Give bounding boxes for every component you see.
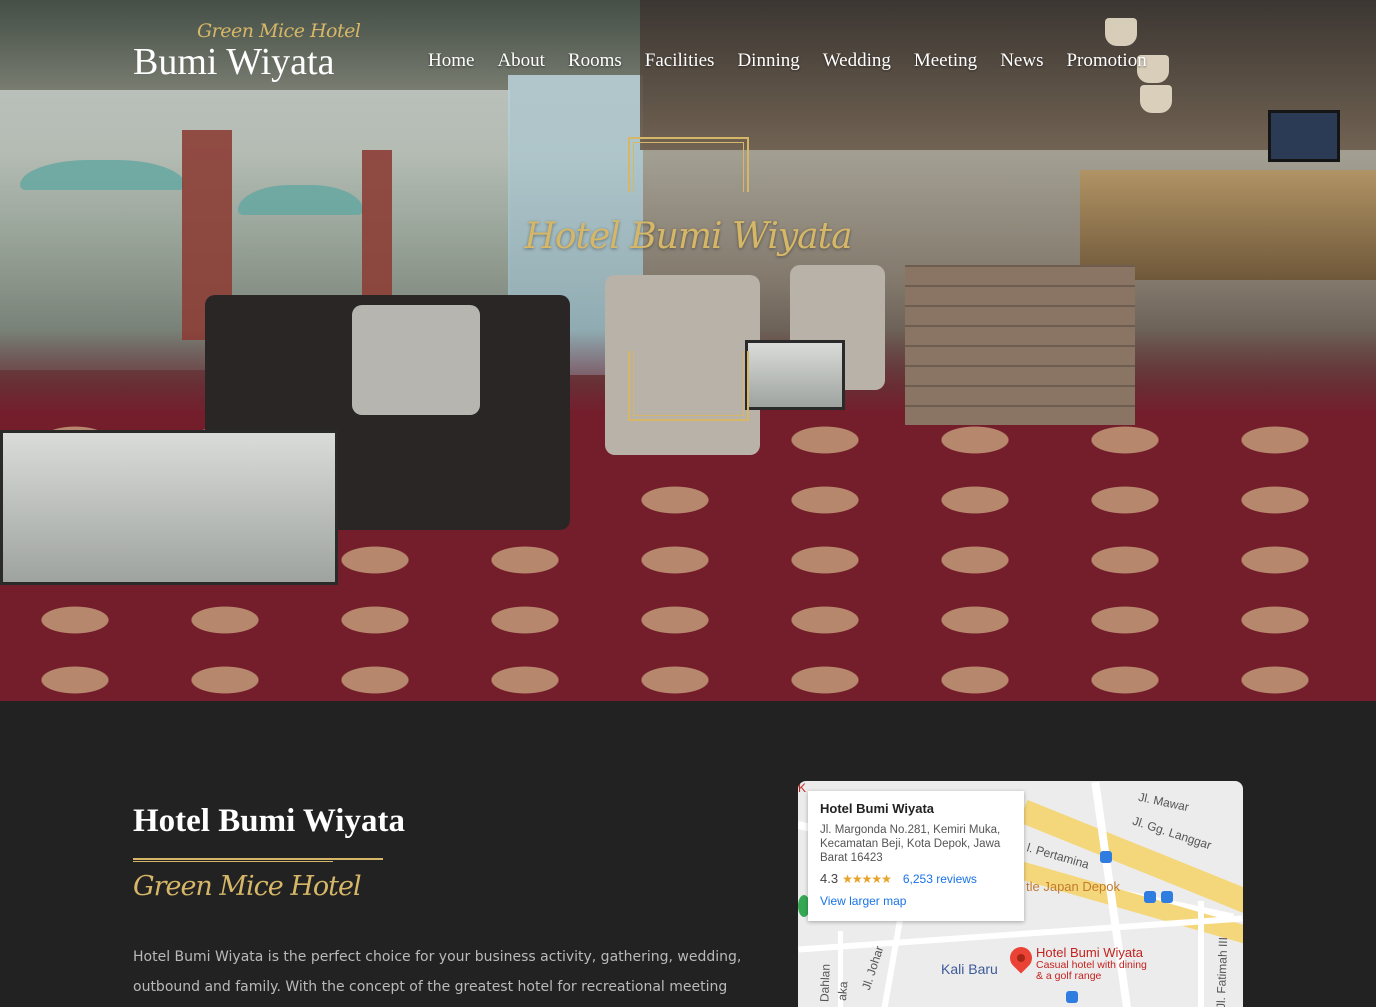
title-underline-inner [133,861,333,862]
title-underline [133,858,383,860]
star-rating-icon: ★★★★★ [842,871,892,886]
nav-dinning[interactable]: Dinning [737,50,799,72]
frame-bottom-inner [633,351,744,416]
bus-stop-icon [1144,891,1156,903]
frame-top-inner [633,142,744,192]
street-label: aka [834,980,851,1002]
pendant-lamp [1140,85,1172,113]
map-poi-label: tle Japan Depok [1026,879,1120,894]
map-pin-dot [1017,954,1025,962]
coffee-table [0,430,338,585]
map-card-address: Jl. Margonda No.281, Kemiri Muka, Kecama… [820,824,1001,864]
nav-wedding[interactable]: Wedding [823,50,891,72]
ceiling [640,0,1376,150]
cushion [352,305,480,415]
street-label: Dahlan [817,963,833,1003]
hero-title: Hotel Bumi Wiyata [524,216,852,257]
side-table [745,340,845,410]
rating-value: 4.3 [820,871,839,886]
nav-rooms[interactable]: Rooms [568,50,622,72]
bus-stop-icon [1161,891,1173,903]
about-section: Hotel Bumi Wiyata Green Mice Hotel Hotel… [0,701,1376,1007]
map-road [1198,901,1204,1007]
street-label: Jl. Fatimah III [1213,936,1231,1007]
logo-tagline: Green Mice Hotel [197,20,361,42]
map-info-card: Hotel Bumi Wiyata Jl. Margonda No.281, K… [808,791,1024,921]
hero-gold-frame [628,137,749,421]
street-label: K [798,781,807,795]
pin-title[interactable]: Hotel Bumi Wiyata [1036,945,1143,960]
television [1268,110,1340,162]
google-map-embed[interactable]: Jl. Mawar Jl. Gg. Langgar l. Pertamina J… [798,781,1243,1007]
street-label: Jl. Mawar [1137,789,1191,815]
hero-banner: Green Mice Hotel Bumi Wiyata Home About … [0,0,1376,701]
bus-stop-icon [1066,991,1078,1003]
bar-shelf [1080,170,1376,280]
map-card-title: Hotel Bumi Wiyata [820,801,935,816]
logo-name: Bumi Wiyata [133,41,335,83]
area-label: Kali Baru [941,961,998,977]
bus-stop-icon [1100,851,1112,863]
about-title: Hotel Bumi Wiyata [133,803,405,839]
about-subtitle: Green Mice Hotel [133,871,362,902]
street-label: Jl. Johar [859,944,887,992]
nav-meeting[interactable]: Meeting [914,50,977,72]
pendant-lamp [1105,18,1137,46]
reviews-link[interactable]: 6,253 reviews [903,872,977,886]
stone-counter [905,265,1135,425]
about-description: Hotel Bumi Wiyata is the perfect choice … [133,949,742,995]
view-larger-map-link[interactable]: View larger map [820,894,1012,908]
nav-facilities[interactable]: Facilities [645,50,715,72]
nav-promotion[interactable]: Promotion [1066,50,1146,72]
nav-about[interactable]: About [497,50,545,72]
main-nav: Home About Rooms Facilities Dinning Wedd… [428,50,1170,72]
map-road [878,916,904,1007]
nav-home[interactable]: Home [428,50,474,72]
pin-description: Casual hotel with dining & a golf range [1036,959,1147,982]
site-logo[interactable]: Green Mice Hotel Bumi Wiyata [133,18,361,88]
nav-news[interactable]: News [1000,50,1043,72]
map-card-rating: 4.3 ★★★★★ 6,253 reviews [820,871,1012,886]
